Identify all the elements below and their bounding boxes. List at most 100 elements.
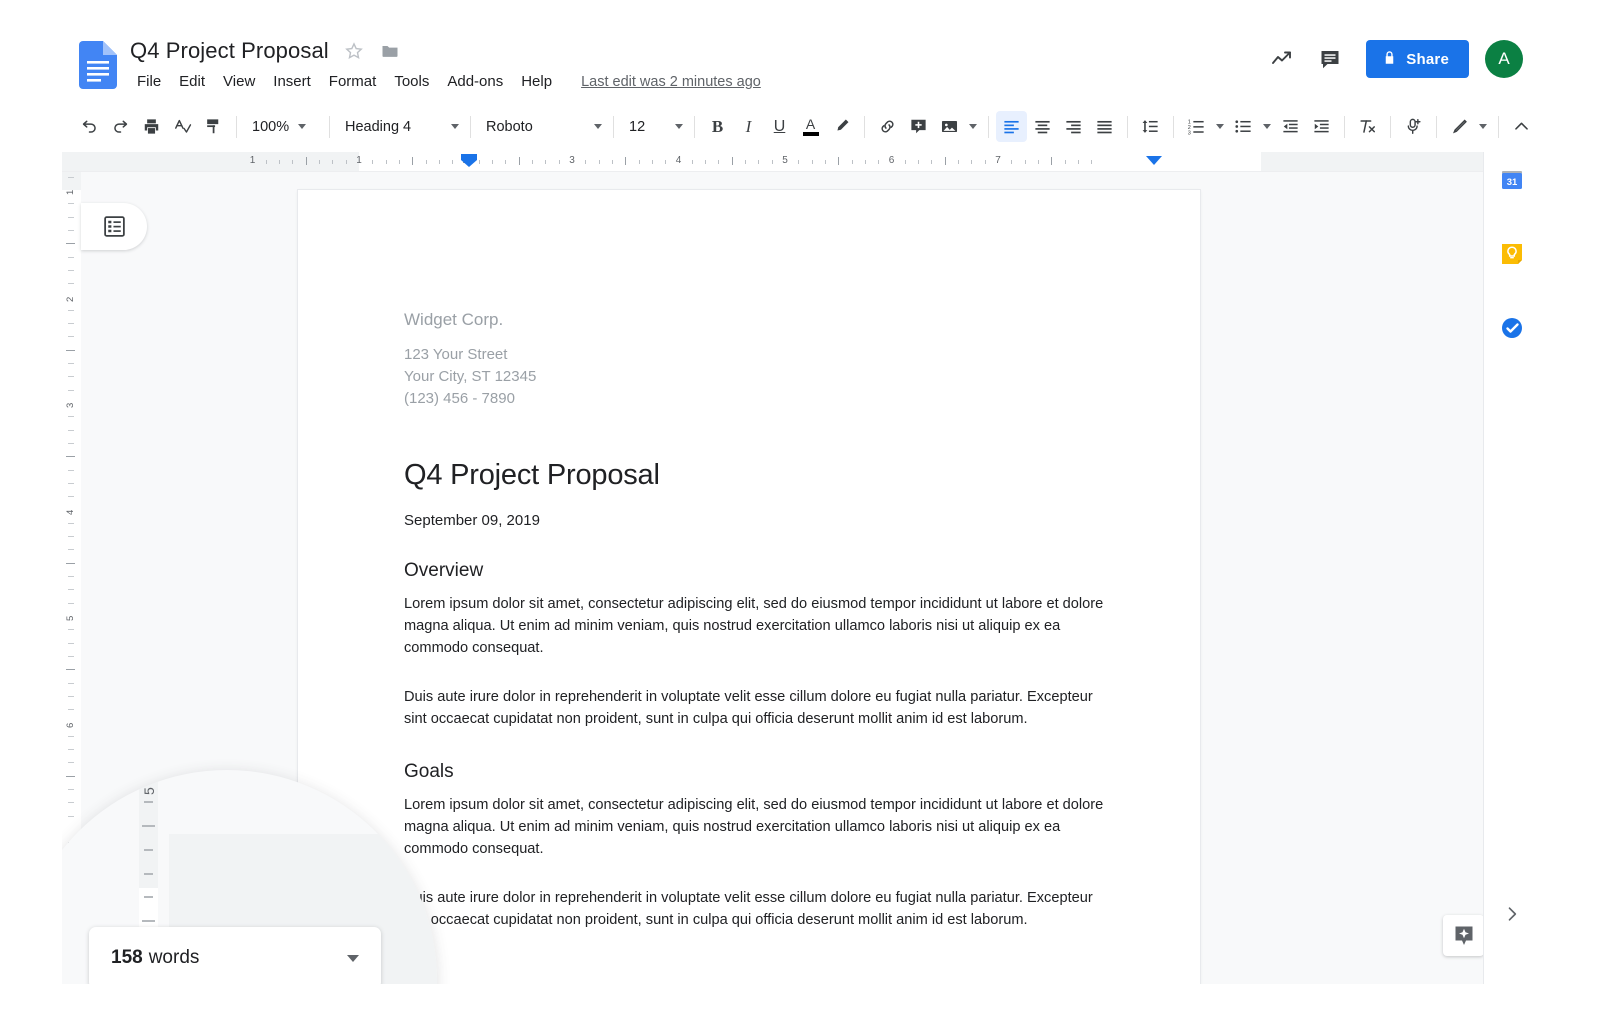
bulleted-list-chevron-down-icon[interactable] [1259,111,1275,142]
chevron-right-icon[interactable] [1500,902,1524,926]
pencil-icon[interactable] [1444,111,1475,142]
magnified-ruler-tick [144,777,153,780]
address-line: 123 Your Street [404,346,508,363]
align-left-icon[interactable] [996,111,1027,142]
align-center-icon[interactable] [1027,111,1058,142]
magnified-ruler-tick [144,896,153,899]
sidebar-item-google-calendar[interactable]: 31 [1500,168,1524,192]
spellcheck-icon[interactable] [167,111,198,142]
word-count-label: words [148,947,200,968]
numbered-list-icon[interactable]: 1 2 3 [1181,111,1212,142]
undo-icon[interactable] [74,111,105,142]
menu-format[interactable]: Format [320,70,386,93]
menu-file[interactable]: File [130,70,170,93]
caret-down-icon[interactable] [347,954,359,962]
share-label: Share [1406,50,1449,68]
toolbar-divider [1173,115,1174,138]
toolbar-divider [1127,115,1128,138]
bold-button[interactable]: B [702,111,733,142]
folder-icon[interactable] [379,40,401,62]
highlight-pen-icon[interactable] [826,111,857,142]
bold-label: B [711,116,724,136]
font-size-select[interactable]: 12 [621,111,687,142]
screenshot-root: Q4 Project Proposal File Edit View Inser… [0,0,1600,1022]
editing-mode-chevron-down-icon[interactable] [1475,111,1491,142]
chevron-down-icon [675,124,683,129]
toolbar-divider [470,115,471,138]
zoom-value: 100% [252,118,290,135]
bulleted-list-icon[interactable] [1228,111,1259,142]
last-edit-status[interactable]: Last edit was 2 minutes ago [581,74,761,90]
align-right-icon[interactable] [1058,111,1089,142]
word-count-chip[interactable]: 158 words [89,927,381,984]
toolbar-divider [236,115,237,138]
toolbar-divider [1436,115,1437,138]
word-count-number: 158 [111,947,143,968]
menu-edit[interactable]: Edit [170,70,214,93]
menu-tools[interactable]: Tools [385,70,438,93]
comment-icon[interactable] [1306,35,1354,83]
increase-indent-icon[interactable] [1306,111,1337,142]
docs-file-icon[interactable] [79,41,117,89]
document-outline-icon[interactable] [81,203,147,250]
numbered-list-chevron-down-icon[interactable] [1212,111,1228,142]
link-icon[interactable] [872,111,903,142]
italic-button[interactable]: I [733,111,764,142]
horizontal-ruler[interactable]: 11234567 [62,152,1539,172]
doc-address: 123 Your Street Your City, ST 12345 (123… [404,344,1104,410]
header-actions: Share A [1258,35,1523,83]
section-paragraph: Lorem ipsum dolor sit amet, consectetur … [404,596,1104,657]
zoom-select[interactable]: 100% [244,111,322,142]
menu-bar: File Edit View Insert Format Tools Add-o… [130,70,761,93]
title-row: Q4 Project Proposal [130,38,401,64]
chevron-down-icon [594,124,602,129]
align-justify-icon[interactable] [1089,111,1120,142]
italic-label: I [745,116,752,136]
menu-insert[interactable]: Insert [264,70,320,93]
section-paragraph: Lorem ipsum dolor sit amet, consectetur … [404,797,1104,858]
microphone-plus-icon[interactable] [1398,111,1429,142]
sidebar-item-google-keep[interactable] [1500,242,1524,266]
star-outline-icon[interactable] [343,40,365,62]
sidebar-item-google-tasks[interactable] [1500,316,1524,340]
text-color-swatch [802,131,819,136]
right-indent-marker[interactable] [1146,156,1162,165]
address-line: (123) 456 - 7890 [404,390,515,407]
ruler-page-area [359,152,1261,171]
toolbar-divider [1344,115,1345,138]
avatar[interactable]: A [1485,40,1523,78]
page-title[interactable]: Q4 Project Proposal [130,38,329,64]
chevron-up-icon[interactable] [1506,111,1537,142]
insert-image-icon[interactable] [934,111,965,142]
font-family-value: Roboto [486,118,533,135]
text-color-label: A [805,115,816,132]
chevron-down-icon [451,124,459,129]
image-options-chevron-down-icon[interactable] [965,111,981,142]
print-icon[interactable] [136,111,167,142]
side-panel: 31 [1483,152,1539,984]
explore-star-icon[interactable] [1443,915,1484,956]
menu-view[interactable]: View [214,70,264,93]
line-spacing-icon[interactable] [1135,111,1166,142]
text-color-button[interactable]: A [795,111,826,142]
svg-text:3: 3 [1188,130,1191,136]
menu-help[interactable]: Help [512,70,561,93]
underline-button[interactable]: U [764,111,795,142]
trending-up-icon[interactable] [1258,35,1306,83]
calendar-day-label: 31 [1507,177,1518,188]
decrease-indent-icon[interactable] [1275,111,1306,142]
document-body[interactable]: Widget Corp. 123 Your Street Your City, … [404,310,1104,931]
paragraph-style-select[interactable]: Heading 4 [337,111,463,142]
share-button[interactable]: Share [1366,40,1469,78]
add-comment-icon[interactable] [903,111,934,142]
underline-label: U [773,117,786,135]
left-indent-marker[interactable] [453,154,477,167]
menu-add-ons[interactable]: Add-ons [438,70,512,93]
redo-icon[interactable] [105,111,136,142]
toolbar-divider [329,115,330,138]
toolbar-divider [864,115,865,138]
magnified-ruler-tick [144,848,153,851]
paint-format-icon[interactable] [198,111,229,142]
clear-formatting-icon[interactable] [1352,111,1383,142]
font-family-select[interactable]: Roboto [478,111,606,142]
